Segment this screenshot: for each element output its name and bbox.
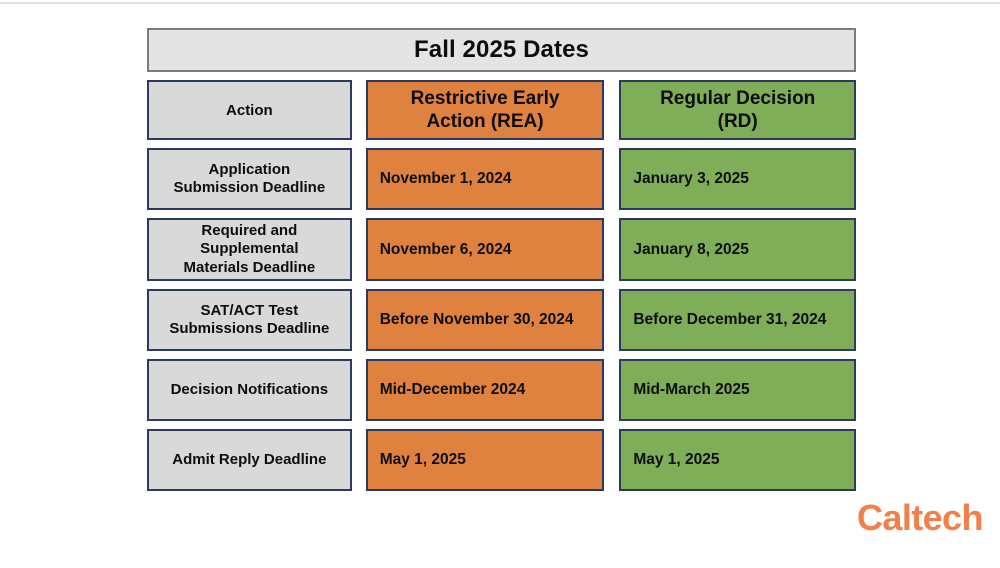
table-row: Required and Supplemental Materials Dead… [147,218,856,281]
row-rea-value: Mid-December 2024 [379,381,526,398]
column-header-action-label: Action [226,101,273,119]
row-rd-value-cell: January 3, 2025 [619,148,856,210]
table-row: Decision Notifications Mid-December 2024… [147,359,856,421]
row-action-label-cell: Decision Notifications [147,359,352,421]
row-rea-value-cell: May 1, 2025 [365,429,605,491]
row-action-label-cell: SAT/ACT Test Submissions Deadline [147,289,352,351]
row-rea-value-cell: November 6, 2024 [365,218,605,281]
row-rea-value: November 1, 2024 [379,170,512,187]
row-rea-value: November 6, 2024 [379,240,512,258]
row-action-label-line3: Materials Deadline [183,258,316,276]
row-rd-value-cell: Before December 31, 2024 [619,289,856,351]
row-action-label-cell: Required and Supplemental Materials Dead… [147,218,352,281]
row-action-label: SAT/ACT Test Submissions Deadline [169,302,329,339]
row-action-label-line2: Supplemental [200,240,299,258]
row-action-label-line1: Application [208,160,291,178]
column-header-action: Action [147,80,352,140]
table-row: SAT/ACT Test Submissions Deadline Before… [147,289,856,351]
row-action-label: Required and Supplemental Materials Dead… [183,222,315,277]
row-rea-value-cell: November 1, 2024 [365,148,605,210]
table-row: Admit Reply Deadline May 1, 2025 May 1, … [147,429,856,491]
row-action-label: Decision Notifications [170,380,329,398]
column-header-rd-label: Regular Decision (RD) [660,87,815,133]
row-action-label-line1: SAT/ACT Test [200,301,299,319]
row-action-label-cell: Application Submission Deadline [147,148,352,210]
row-action-label: Application Submission Deadline [173,161,325,198]
row-rea-value-cell: Before November 30, 2024 [365,289,605,351]
column-header-rea: Restrictive Early Action (REA) [365,80,605,140]
row-rd-value: Mid-March 2025 [633,381,750,398]
caltech-logo: Caltech [857,497,983,538]
row-action-label-cell: Admit Reply Deadline [147,429,352,491]
column-header-rea-label: Restrictive Early Action (REA) [411,87,560,133]
row-rd-value-cell: May 1, 2025 [619,429,856,491]
row-rea-value-cell: Mid-December 2024 [365,359,605,421]
column-header-rd: Regular Decision (RD) [619,80,857,140]
deadlines-table: Action Restrictive Early Action (REA) Re… [147,80,857,499]
row-rd-value-cell: January 8, 2025 [619,218,856,281]
row-rea-value: Before November 30, 2024 [379,311,574,328]
column-header-rd-line2: (RD) [717,111,758,132]
page-title: Fall 2025 Dates [414,35,589,63]
column-header-rea-line2: Action (REA) [426,111,544,132]
row-action-label-line1: Required and [201,222,298,240]
row-rd-value-cell: Mid-March 2025 [619,359,856,421]
row-rd-value: January 3, 2025 [633,170,749,187]
table-header-row: Action Restrictive Early Action (REA) Re… [147,80,857,140]
row-action-label-line2: Submissions Deadline [169,320,330,337]
row-rd-value: January 8, 2025 [633,240,749,258]
slide-canvas: Fall 2025 Dates Action Restrictive Early… [0,0,1000,568]
column-header-rd-line1: Regular Decision [660,87,816,109]
row-rd-value: Before December 31, 2024 [633,311,827,328]
column-header-rea-line1: Restrictive Early [410,87,560,109]
row-rd-value: May 1, 2025 [633,451,720,468]
row-action-label: Admit Reply Deadline [172,450,327,468]
table-row: Application Submission Deadline November… [147,148,856,210]
slide-title-banner: Fall 2025 Dates [147,28,856,72]
row-rea-value: May 1, 2025 [379,451,466,468]
row-action-label-line2: Submission Deadline [173,179,326,196]
